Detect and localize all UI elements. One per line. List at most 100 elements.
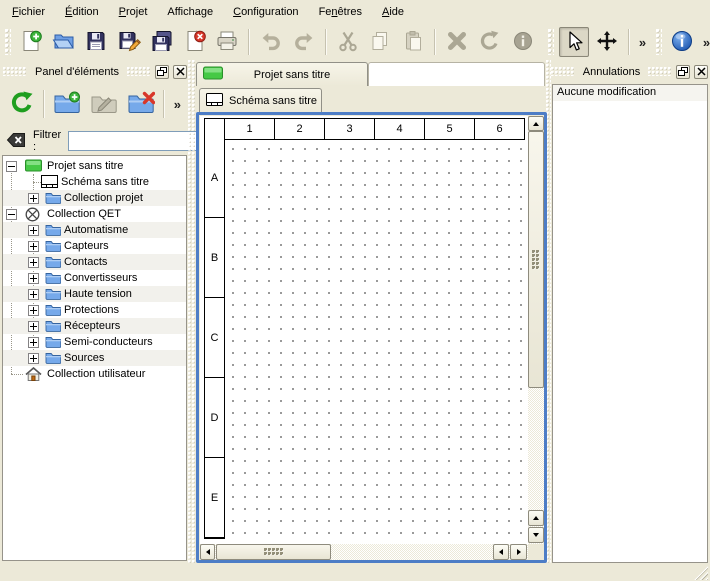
about-qet-button[interactable] (667, 27, 697, 57)
tree-item-automatisme[interactable]: Automatisme (3, 222, 186, 238)
scroll-down-button[interactable] (528, 527, 544, 543)
expand-expander-icon[interactable] (28, 257, 39, 268)
expand-expander-icon[interactable] (28, 337, 39, 348)
move-tool-button[interactable] (592, 27, 622, 57)
new-document-button[interactable] (16, 27, 46, 57)
toolbar-grip[interactable] (548, 29, 554, 55)
column-header: 6 (474, 119, 524, 139)
vertical-scrollbar[interactable] (528, 116, 544, 544)
row-header: B (205, 218, 224, 298)
project-tab-icon (203, 66, 223, 83)
scroll-up-button-2[interactable] (528, 510, 544, 526)
vertical-scroll-thumb[interactable] (528, 131, 544, 388)
scroll-right-button[interactable] (510, 544, 527, 560)
scroll-left-button-2[interactable] (493, 544, 509, 560)
expand-expander-icon[interactable] (28, 241, 39, 252)
undo-button[interactable] (256, 27, 286, 57)
column-header: 2 (274, 119, 324, 139)
tree-item-recepteurs[interactable]: Récepteurs (3, 318, 186, 334)
expand-expander-icon[interactable] (28, 289, 39, 300)
filter-row: Filtrer : (2, 130, 188, 152)
save-as-button[interactable] (114, 27, 144, 57)
left-splitter-handle[interactable] (188, 60, 196, 563)
float-panel-button[interactable] (155, 65, 169, 79)
paste-button[interactable] (398, 27, 428, 57)
menu-edition[interactable]: Édition (55, 3, 109, 21)
horizontal-scroll-thumb[interactable] (216, 544, 331, 560)
scroll-left-button[interactable] (200, 544, 215, 560)
undo-history-item[interactable]: Aucune modification (553, 85, 707, 101)
tree-item-semi-conducteurs[interactable]: Semi-conducteurs (3, 334, 186, 350)
copy-button[interactable] (366, 27, 396, 57)
new-category-button[interactable] (51, 88, 82, 120)
rotate-button[interactable] (475, 27, 505, 57)
tree-item-collection-utilisateur[interactable]: Collection utilisateur (3, 366, 186, 382)
tree-item-capteurs[interactable]: Capteurs (3, 238, 186, 254)
expand-expander-icon[interactable] (28, 193, 39, 204)
panel-toolbar-separator (163, 90, 165, 118)
redo-button[interactable] (289, 27, 319, 57)
menu-projet[interactable]: Projet (109, 3, 158, 21)
tree-item-sources[interactable]: Sources (3, 350, 186, 366)
window-resize-grip[interactable] (694, 566, 708, 580)
dock-texture (3, 67, 27, 76)
folder-icon (45, 191, 61, 207)
scrollbar-corner (528, 544, 544, 560)
tree-item-schema-sans-titre[interactable]: Schéma sans titre (3, 174, 186, 190)
collapse-expander-icon[interactable] (6, 209, 17, 220)
menu-configuration[interactable]: Configuration (223, 3, 308, 21)
print-button[interactable] (213, 27, 243, 57)
expand-expander-icon[interactable] (28, 225, 39, 236)
row-header: A (205, 138, 224, 218)
menu-aide[interactable]: Aide (372, 3, 414, 21)
tree-item-collection-qet[interactable]: Collection QET (3, 206, 186, 222)
cut-button[interactable] (333, 27, 363, 57)
row-header: E (205, 458, 224, 538)
tree-item-contacts[interactable]: Contacts (3, 254, 186, 270)
tab-schema-sans-titre[interactable]: Schéma sans titre (199, 88, 322, 112)
expand-expander-icon[interactable] (28, 273, 39, 284)
dock-texture (648, 67, 672, 76)
selection-tool-button[interactable] (559, 27, 589, 57)
undo-history-list[interactable]: Aucune modification (552, 84, 708, 563)
diagram-canvas[interactable]: 1 2 3 4 5 6 A B C D E (200, 116, 528, 544)
elements-tree[interactable]: Projet sans titre Schéma sans titre Coll… (2, 155, 187, 561)
clear-filter-button[interactable] (6, 131, 26, 152)
menu-fichier[interactable]: Fichier (2, 3, 55, 21)
expand-expander-icon[interactable] (28, 353, 39, 364)
reload-collections-button[interactable] (6, 88, 37, 120)
open-folder-icon (52, 29, 76, 56)
close-panel-button[interactable] (173, 65, 187, 79)
tab-projet-sans-titre[interactable]: Projet sans titre (196, 62, 368, 86)
tree-item-convertisseurs[interactable]: Convertisseurs (3, 270, 186, 286)
close-document-button[interactable] (180, 27, 210, 57)
toolbar-overflow-chevron[interactable]: » (636, 35, 649, 50)
toolbar-separator (628, 29, 630, 55)
panel-overflow-chevron[interactable]: » (171, 97, 184, 112)
save-all-button[interactable] (147, 27, 177, 57)
toolbar-grip[interactable] (656, 29, 662, 55)
edit-category-button[interactable] (88, 88, 119, 120)
delete-category-button[interactable] (126, 88, 157, 120)
toolbar-separator (248, 29, 250, 55)
delete-button[interactable] (442, 27, 472, 57)
close-panel-button[interactable] (694, 65, 708, 79)
element-info-button[interactable] (508, 27, 538, 57)
scroll-up-button[interactable] (528, 116, 544, 131)
tree-item-protections[interactable]: Protections (3, 302, 186, 318)
menu-fenetres[interactable]: Fenêtres (309, 3, 372, 21)
tree-item-haute-tension[interactable]: Haute tension (3, 286, 186, 302)
close-document-icon (183, 29, 207, 56)
menu-affichage[interactable]: Affichage (157, 3, 223, 21)
collapse-expander-icon[interactable] (6, 161, 17, 172)
toolbar-grip[interactable] (5, 29, 11, 55)
float-panel-button[interactable] (676, 65, 690, 79)
tree-item-collection-projet[interactable]: Collection projet (3, 190, 186, 206)
expand-expander-icon[interactable] (28, 321, 39, 332)
open-project-button[interactable] (49, 27, 79, 57)
save-button[interactable] (81, 27, 111, 57)
horizontal-scrollbar[interactable] (200, 544, 528, 560)
toolbar-overflow-chevron[interactable]: » (700, 35, 710, 50)
expand-expander-icon[interactable] (28, 305, 39, 316)
tree-item-projet-sans-titre[interactable]: Projet sans titre (3, 158, 186, 174)
